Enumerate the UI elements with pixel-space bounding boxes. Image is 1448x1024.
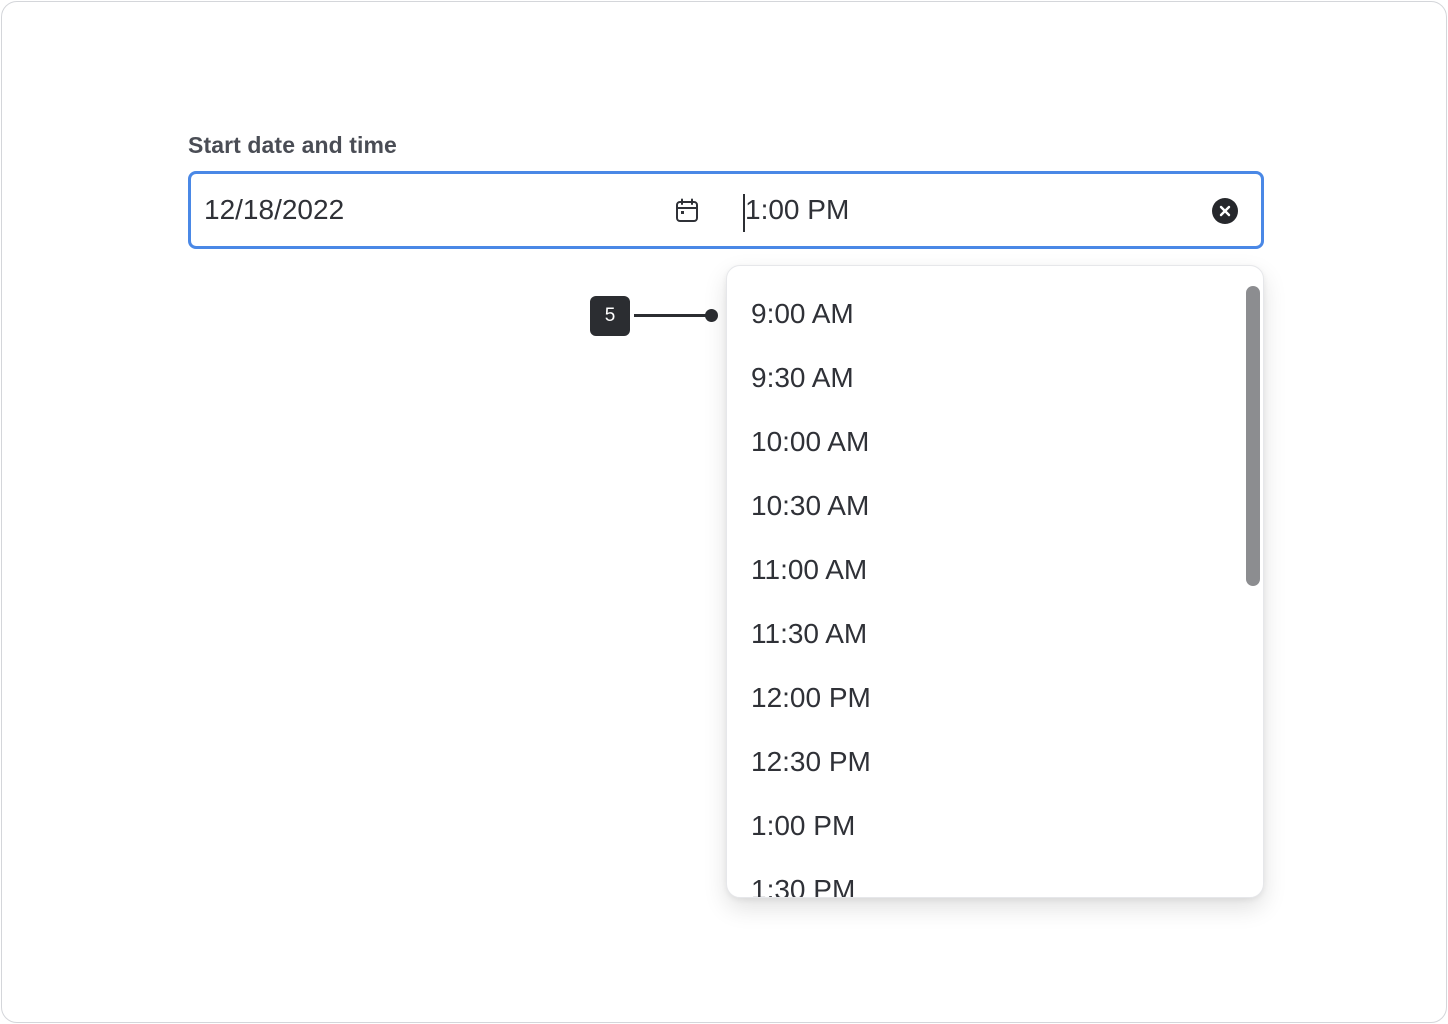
time-option[interactable]: 10:30 AM bbox=[727, 474, 1237, 538]
time-option[interactable]: 9:00 AM bbox=[727, 282, 1237, 346]
time-option[interactable]: 12:30 PM bbox=[727, 730, 1237, 794]
callout-badge: 5 bbox=[590, 296, 630, 336]
callout-line bbox=[634, 314, 710, 317]
time-option[interactable]: 11:00 AM bbox=[727, 538, 1237, 602]
time-option[interactable]: 12:00 PM bbox=[727, 666, 1237, 730]
time-dropdown: 9:00 AM 9:30 AM 10:00 AM 10:30 AM 11:00 AM 11… bbox=[726, 265, 1264, 898]
date-time-field[interactable]: 12/18/2022 1:00 PM bbox=[188, 171, 1264, 249]
scrollbar-thumb[interactable] bbox=[1246, 286, 1260, 586]
time-option[interactable]: 11:30 AM bbox=[727, 602, 1237, 666]
time-option[interactable]: 1:00 PM bbox=[727, 794, 1237, 858]
close-circle-icon[interactable] bbox=[1212, 198, 1238, 224]
time-option[interactable]: 9:30 AM bbox=[727, 346, 1237, 410]
window-frame: Start date and time 12/18/2022 1:00 PM 5 bbox=[1, 1, 1447, 1023]
time-option[interactable]: 1:30 PM bbox=[727, 858, 1237, 897]
date-input[interactable]: 12/18/2022 bbox=[204, 194, 344, 226]
field-label: Start date and time bbox=[188, 132, 397, 158]
calendar-icon[interactable] bbox=[674, 197, 700, 225]
time-option[interactable]: 10:00 AM bbox=[727, 410, 1237, 474]
time-options-list: 9:00 AM 9:30 AM 10:00 AM 10:30 AM 11:00 AM 11… bbox=[727, 282, 1237, 897]
callout-dot bbox=[705, 309, 718, 322]
time-input-value: 1:00 PM bbox=[745, 194, 850, 225]
